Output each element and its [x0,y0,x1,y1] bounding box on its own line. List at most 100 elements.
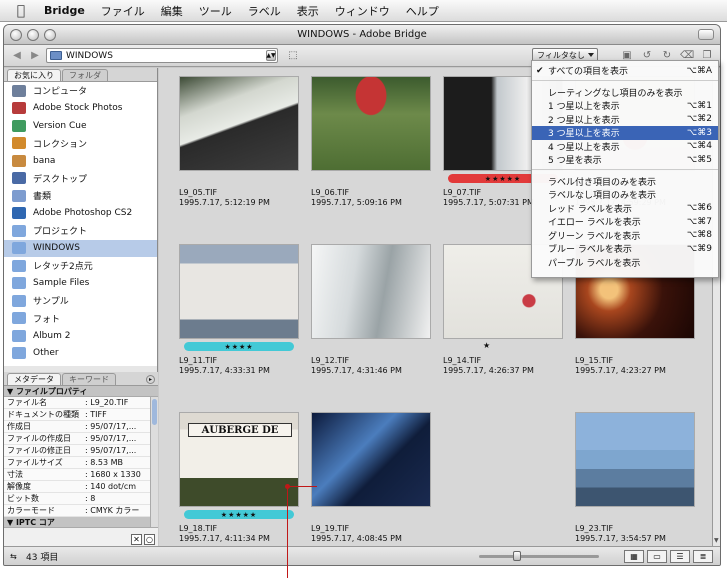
sidebar-item[interactable]: サンプル [4,292,157,310]
filter-menu-item[interactable]: レッド ラベルを表示 ⌥⌘6 [532,202,718,216]
checkmark-icon: ✔ [536,65,544,76]
sidebar-item[interactable]: Sample Files [4,275,157,293]
item-count: 43 項目 [26,553,59,563]
tab-metadata[interactable]: メタデータ [7,373,61,385]
metadata-key: ファイル名 [7,398,47,407]
filter-menu-item[interactable]: パープル ラベルを表示 [532,256,718,270]
photo-thumbnail[interactable] [575,412,695,507]
filter-menu-item[interactable]: ✔ すべての項目を表示 ⌥⌘A [532,64,718,78]
photoshop-icon [12,207,26,220]
metadata-value: : L9_20.TIF [85,398,129,407]
versions-view-icon[interactable]: ≣ [693,550,713,563]
filter-menu-label: 3 つ星以上を表示 [548,129,620,140]
filter-menu-item[interactable]: 1 つ星以上を表示 ⌥⌘1 [532,99,718,113]
toolbar-toggle-button[interactable] [698,29,714,40]
sidebar-item[interactable]: WINDOWS [4,239,157,257]
thumbnail-item[interactable]: L9_19.TIF 1995.7.17, 4:08:45 PM [311,412,435,546]
folder-icon [50,51,62,60]
sidebar-item[interactable]: コンピュータ [4,82,157,100]
filter-menu-item[interactable]: レーティングなし項目のみを表示 [532,86,718,100]
thumbnail-item[interactable]: L9_23.TIF 1995.7.17, 3:54:57 PM [575,412,699,546]
sidebar-item[interactable]: デスクトップ [4,170,157,188]
sidebar-item[interactable]: Adobe Stock Photos [4,100,157,118]
metadata-panel: メタデータ キーワード ▸ ▼ ファイルプロパティ ファイル名 : L9_20.T… [4,372,158,546]
filter-menu-item[interactable]: ラベルなし項目のみを表示 [532,188,718,202]
documents-icon [12,189,26,202]
title-bar: WINDOWS - Adobe Bridge [4,25,720,45]
path-stepper-icon[interactable]: ▲▼ [266,50,276,61]
photo-thumbnail[interactable] [311,412,431,507]
file-properties-header[interactable]: ▼ ファイルプロパティ [4,386,158,397]
menu-app[interactable]: Bridge [44,4,85,17]
filter-menu-item[interactable]: ブルー ラベルを表示 ⌥⌘9 [532,242,718,256]
file-date: 1995.7.17, 5:12:19 PM [179,198,270,207]
filter-menu-item[interactable]: 2 つ星以上を表示 ⌥⌘2 [532,113,718,127]
apple-icon[interactable]:  [14,3,28,19]
close-window-button[interactable] [10,29,22,41]
view-mode-buttons: ▦ ▭ ☰ ≣ [624,550,713,563]
metadata-value: : 8.53 MB [85,458,123,467]
rating-stars[interactable]: ★ [483,341,490,350]
details-view-icon[interactable]: ☰ [670,550,690,563]
back-arrow-icon[interactable]: ◀ [10,49,24,63]
metadata-scrollbar[interactable] [150,397,158,527]
filmstrip-view-icon[interactable]: ▭ [647,550,667,563]
path-dropdown[interactable]: WINDOWS ▲▼ [46,48,278,63]
sidebar-item[interactable]: プロジェクト [4,222,157,240]
file-name: L9_05.TIF [179,188,218,197]
tab-folders[interactable]: フォルダ [62,69,108,81]
rating-stars[interactable]: ★★★★★ [184,510,294,519]
tab-keywords[interactable]: キーワード [62,373,116,385]
menu-label[interactable]: ラベル [248,3,281,19]
sidebar-item[interactable]: レタッチ2点元 [4,257,157,275]
zoom-window-button[interactable] [44,29,56,41]
options-icon[interactable]: ○ [144,533,155,545]
thumbnail-item[interactable]: L9_12.TIF 1995.7.17, 4:31:46 PM [311,244,435,384]
photo-thumbnail[interactable]: AUBERGE DE [179,412,299,507]
photo-thumbnail[interactable] [179,244,299,339]
rating-stars[interactable]: ★★★★ [184,342,294,351]
filter-menu-item[interactable]: イエロー ラベルを表示 ⌥⌘7 [532,215,718,229]
filter-menu-item[interactable]: 5 つ星を表示 ⌥⌘5 [532,153,718,167]
filter-menu-item[interactable]: 3 つ星以上を表示 ⌥⌘3 [532,126,718,140]
minimize-window-button[interactable] [27,29,39,41]
menu-edit[interactable]: 編集 [161,3,183,19]
sidebar-item[interactable]: Version Cue [4,117,157,135]
menu-view[interactable]: 表示 [297,3,319,19]
menu-file[interactable]: ファイル [101,3,145,19]
sidebar-item[interactable]: フォト [4,310,157,328]
scroll-thumb[interactable] [152,399,157,425]
thumbnail-size-slider[interactable] [479,551,599,561]
photo-thumbnail[interactable] [311,76,431,171]
thumbnail-item[interactable]: L9_05.TIF 1995.7.17, 5:12:19 PM [179,76,303,216]
menu-tools[interactable]: ツール [199,3,232,19]
sidebar-item[interactable]: Other [4,345,157,363]
panel-menu-icon[interactable]: ▸ [146,375,155,384]
menu-help[interactable]: ヘルプ [406,3,439,19]
filter-menu-label: 2 つ星以上を表示 [548,115,620,126]
thumbnail-item[interactable]: ★★★★ L9_11.TIF 1995.7.17, 4:33:31 PM [179,244,303,384]
scroll-down-icon[interactable]: ▼ [714,537,720,545]
sidebar-item[interactable]: bana [4,152,157,170]
menu-window[interactable]: ウィンドウ [335,3,390,19]
thumbnail-item[interactable]: AUBERGE DE ★★★★★ L9_18.TIF 1995.7.17, 4:11:… [179,412,303,546]
photo-thumbnail[interactable] [311,244,431,339]
sidebar-item[interactable]: 書類 [4,187,157,205]
sidebar-item[interactable]: Adobe Photoshop CS2 [4,205,157,223]
forward-arrow-icon[interactable]: ▶ [28,49,42,63]
go-up-folder-icon[interactable]: ⬚ [286,49,300,63]
thumbnail-item[interactable]: L9_06.TIF 1995.7.17, 5:09:16 PM [311,76,435,216]
sidebar-item[interactable]: コレクション [4,135,157,153]
filter-menu-item[interactable]: グリーン ラベルを表示 ⌥⌘8 [532,229,718,243]
photo-thumbnail[interactable] [179,76,299,171]
file-name: L9_18.TIF [179,524,218,533]
thumbnail-view-icon[interactable]: ▦ [624,550,644,563]
slider-knob[interactable] [513,551,521,561]
tab-favorites[interactable]: お気に入り [7,69,61,81]
filter-menu-item[interactable]: 4 つ星以上を表示 ⌥⌘4 [532,140,718,154]
delete-icon[interactable]: ✕ [131,533,142,545]
filter-menu-item[interactable]: ラベル付き項目のみを表示 [532,175,718,189]
sidebar-item[interactable]: Album 2 [4,327,157,345]
lock-icon[interactable]: ⇆ [10,552,17,561]
iptc-core-header[interactable]: ▼ IPTC コア [4,517,158,528]
